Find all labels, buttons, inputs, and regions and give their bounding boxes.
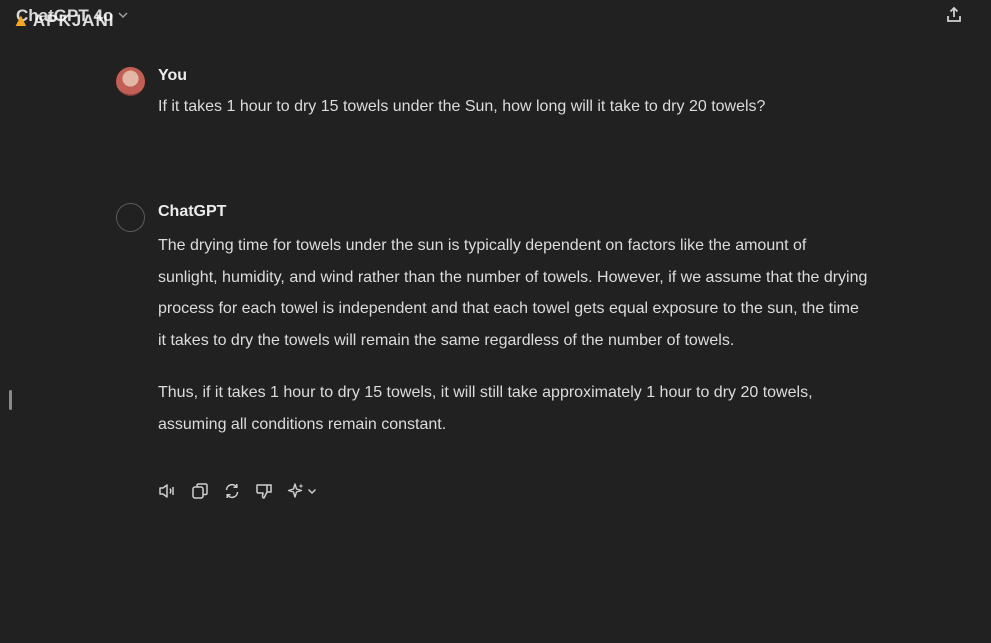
sparkle-model-icon: [287, 482, 305, 500]
thumbs-down-icon: [255, 482, 273, 500]
copy-button[interactable]: [190, 481, 210, 501]
model-selector[interactable]: ChatGPT 4o: [16, 6, 129, 26]
copy-icon: [191, 482, 209, 500]
chatgpt-avatar: [116, 203, 145, 232]
read-aloud-button[interactable]: [158, 481, 178, 501]
message-text: The drying time for towels under the sun…: [158, 230, 870, 462]
regenerate-button[interactable]: [222, 481, 242, 501]
thumbs-down-button[interactable]: [254, 481, 274, 501]
switch-model-button[interactable]: [286, 481, 318, 501]
message-paragraph: Thus, if it takes 1 hour to dry 15 towel…: [158, 384, 813, 433]
share-upload-icon: [945, 6, 963, 29]
regenerate-icon: [223, 482, 241, 500]
message-author: ChatGPT: [158, 203, 227, 220]
avatar: [116, 67, 145, 96]
read-aloud-icon: [158, 482, 178, 500]
chat-app: ChatGPT 4o ▲ APKJANI You If it takes 1 h…: [0, 0, 991, 643]
chevron-down-icon: [307, 486, 317, 496]
share-button[interactable]: [943, 6, 965, 28]
model-title: ChatGPT 4o: [16, 6, 114, 25]
sidebar-resize-handle[interactable]: [9, 390, 12, 410]
user-message: You If it takes 1 hour to dry 15 towels …: [116, 67, 866, 157]
message-actions: [158, 481, 318, 501]
message-text: If it takes 1 hour to dry 15 towels unde…: [158, 98, 766, 115]
message-author: You: [158, 67, 188, 84]
message-paragraph: The drying time for towels under the sun…: [158, 237, 868, 349]
assistant-message: ChatGPT The drying time for towels under…: [116, 203, 867, 523]
chevron-down-icon: [117, 9, 129, 24]
